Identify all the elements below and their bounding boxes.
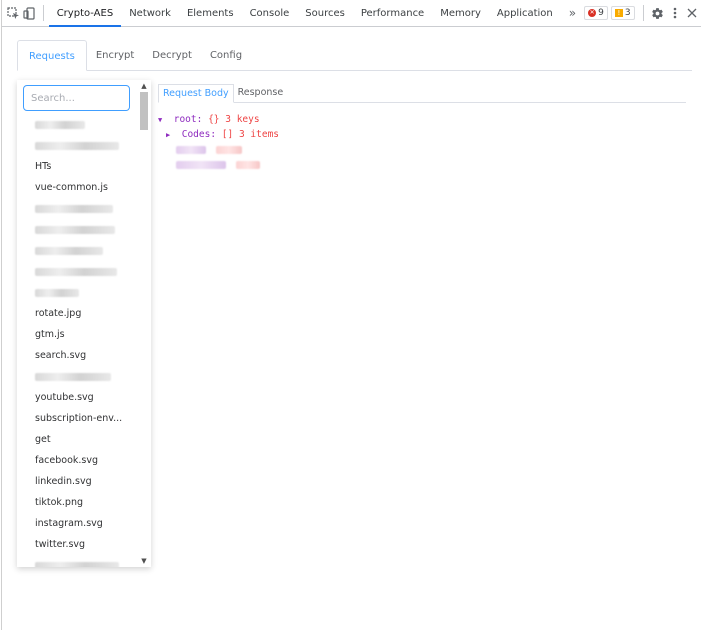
tab-encrypt[interactable]: Encrypt — [87, 40, 143, 71]
scroll-up-arrow-icon[interactable]: ▲ — [138, 80, 150, 92]
warning-count: 3 — [624, 8, 631, 18]
tab-console[interactable]: Console — [242, 0, 298, 27]
tree-redacted-row — [158, 142, 686, 157]
request-list-item[interactable]: gtm.js — [17, 324, 137, 345]
redacted-request-name — [35, 225, 115, 234]
redacted-key — [176, 160, 226, 169]
tree-root-type: {} — [208, 114, 220, 125]
tree-child-count: 3 items — [238, 129, 280, 140]
tab-elements[interactable]: Elements — [179, 0, 242, 27]
request-list-item[interactable]: vue-common.js — [17, 177, 137, 198]
plugin-tabs: Requests Encrypt Decrypt Config — [17, 40, 692, 71]
detail-tabs: Request Body Response — [158, 84, 686, 103]
request-list-item[interactable]: linkedin.svg — [17, 471, 137, 492]
redacted-request-name — [35, 246, 103, 255]
request-list-item[interactable] — [17, 261, 137, 282]
tab-config[interactable]: Config — [201, 40, 251, 71]
redacted-request-name — [35, 288, 79, 297]
warning-count-badge[interactable]: ! 3 — [610, 6, 635, 20]
tree-root-key: root: — [173, 114, 203, 125]
tree-root-row[interactable]: ▼ root: {} 3 keys — [158, 112, 686, 127]
request-list-item[interactable] — [17, 198, 137, 219]
device-toolbar-icon[interactable] — [22, 3, 38, 23]
inspect-element-icon[interactable] — [6, 3, 22, 23]
request-list-item[interactable]: instagram.svg — [17, 513, 137, 534]
tree-child-key: Codes: — [181, 129, 217, 140]
settings-gear-icon[interactable] — [648, 2, 666, 24]
tree-root-count: 3 keys — [225, 114, 260, 125]
request-list-item[interactable] — [17, 282, 137, 303]
collapsed-triangle-icon[interactable]: ▶ — [166, 128, 176, 143]
request-list-item[interactable] — [17, 240, 137, 261]
request-list-item[interactable]: HTs — [17, 156, 137, 177]
devtools-tab-bar: Crypto-AES Network Elements Console Sour… — [2, 0, 701, 27]
tab-network[interactable]: Network — [121, 0, 179, 27]
tab-request-body[interactable]: Request Body — [158, 84, 234, 103]
request-list-item[interactable]: facebook.svg — [17, 450, 137, 471]
error-count-badge[interactable]: ✕ 9 — [584, 6, 608, 20]
devtools-tabs: Crypto-AES Network Elements Console Sour… — [48, 0, 561, 27]
tree-child-type: [] — [221, 129, 234, 140]
request-detail: Request Body Response ▼ root: {} 3 keys … — [158, 84, 686, 564]
request-list-item[interactable]: search.svg — [17, 345, 137, 366]
request-sidebar: HTsvue-common.js rotate.jpggtm.jssearch.s… — [17, 80, 151, 567]
window-left-border — [1, 0, 2, 630]
expanded-triangle-icon[interactable]: ▼ — [158, 113, 168, 128]
error-count: 9 — [598, 8, 604, 18]
warning-icon: ! — [614, 9, 623, 17]
close-devtools-icon[interactable] — [683, 2, 701, 24]
toolbar-divider — [642, 5, 644, 21]
request-list-item[interactable] — [17, 555, 137, 567]
redacted-request-name — [35, 372, 111, 381]
request-list-item[interactable] — [17, 219, 137, 240]
tree-redacted-row — [158, 157, 686, 172]
scroll-thumb[interactable] — [140, 92, 148, 130]
request-list-scrollbar[interactable]: ▲ ▼ — [138, 80, 150, 567]
redacted-value — [235, 160, 260, 169]
json-tree: ▼ root: {} 3 keys ▶ Codes: [] 3 items — [158, 112, 686, 172]
request-list-item[interactable]: get — [17, 429, 137, 450]
redacted-request-name — [35, 204, 113, 213]
scroll-down-arrow-icon[interactable]: ▼ — [138, 555, 150, 567]
redacted-request-name — [35, 120, 85, 129]
redacted-request-name — [35, 267, 117, 276]
toolbar-divider — [42, 5, 44, 21]
tab-response[interactable]: Response — [234, 84, 288, 103]
request-list-item[interactable]: twitter.svg — [17, 534, 137, 555]
tab-memory[interactable]: Memory — [432, 0, 489, 27]
error-icon: ✕ — [588, 9, 597, 17]
more-options-icon[interactable] — [666, 2, 684, 24]
tree-child-row[interactable]: ▶ Codes: [] 3 items — [158, 127, 686, 142]
crypto-aes-panel: Requests Encrypt Decrypt Config HTsvue-c… — [17, 40, 692, 580]
request-list: HTs vue-common.js rotate.jpg gtm.js search.s… — [17, 114, 137, 567]
tab-requests[interactable]: Requests — [17, 40, 87, 71]
tab-sources[interactable]: Sources — [297, 0, 353, 27]
request-list-item[interactable]: subscription-env... — [17, 408, 137, 429]
tab-crypto-aes[interactable]: Crypto-AES — [48, 0, 122, 27]
redacted-key — [176, 145, 206, 154]
tab-decrypt[interactable]: Decrypt — [143, 40, 201, 71]
tab-application[interactable]: Application — [489, 0, 561, 27]
tab-performance[interactable]: Performance — [353, 0, 432, 27]
request-list-item[interactable]: rotate.jpg — [17, 303, 137, 324]
redacted-value — [215, 145, 242, 154]
request-list-item[interactable]: youtube.svg — [17, 387, 137, 408]
request-list-item[interactable] — [17, 135, 137, 156]
request-list-item[interactable]: tiktok.png — [17, 492, 137, 513]
search-input[interactable] — [23, 85, 130, 111]
redacted-request-name — [35, 561, 119, 567]
more-tabs-button[interactable]: » — [561, 6, 584, 20]
request-list-item[interactable] — [17, 366, 137, 387]
request-list-item[interactable] — [17, 114, 137, 135]
redacted-request-name — [35, 141, 119, 150]
